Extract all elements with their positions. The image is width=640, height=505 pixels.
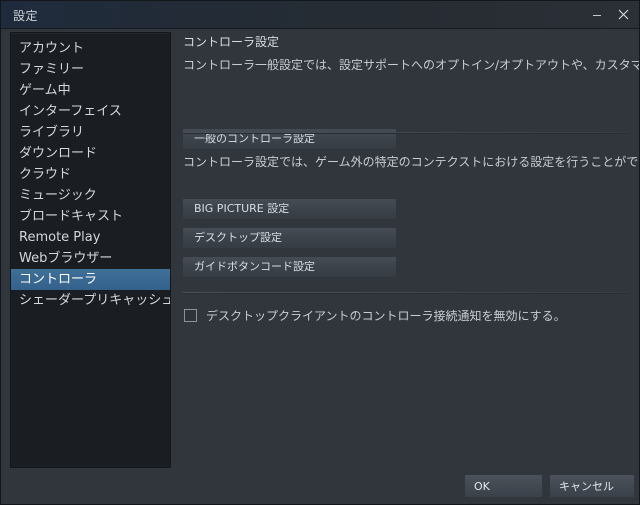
general-description: コントローラ一般設定では、設定サポートへのオプトイン/オプトアウトや、カスタマイ… bbox=[183, 58, 639, 72]
settings-window: 設定 アカウント ファミリー ゲーム中 インターフェイス ライブラリ ダウンロー… bbox=[0, 0, 640, 505]
window-title: 設定 bbox=[13, 9, 39, 23]
close-icon[interactable] bbox=[613, 4, 633, 24]
context-description: コントローラ設定では、ゲーム外の特定のコンテクストにおける設定を行うことができま… bbox=[183, 155, 640, 169]
sidebar-item-interface[interactable]: インターフェイス bbox=[11, 101, 170, 122]
sidebar-item-account[interactable]: アカウント bbox=[11, 38, 170, 59]
dialog-footer: OK キャンセル bbox=[1, 469, 639, 504]
big-picture-settings-button[interactable]: BIG PICTURE 設定 bbox=[183, 199, 396, 219]
window-controls bbox=[587, 4, 633, 24]
title-bar: 設定 bbox=[1, 1, 639, 29]
desktop-settings-button[interactable]: デスクトップ設定 bbox=[183, 228, 396, 248]
disable-controller-notification-checkbox[interactable] bbox=[184, 309, 197, 322]
sidebar-item-broadcast[interactable]: ブロードキャスト bbox=[11, 206, 170, 227]
sidebar-item-web-browser[interactable]: Webブラウザー bbox=[11, 248, 170, 269]
guide-button-code-settings-button[interactable]: ガイドボタンコード設定 bbox=[183, 257, 396, 277]
disable-controller-notification-label: デスクトップクライアントのコントローラ接続通知を無効にする。 bbox=[206, 309, 566, 323]
sidebar-item-controller[interactable]: コントローラ bbox=[11, 269, 170, 290]
sidebar-item-cloud[interactable]: クラウド bbox=[11, 164, 170, 185]
sidebar-item-remote-play[interactable]: Remote Play bbox=[11, 227, 170, 248]
sidebar-item-downloads[interactable]: ダウンロード bbox=[11, 143, 170, 164]
sidebar-item-family[interactable]: ファミリー bbox=[11, 59, 170, 80]
sidebar-item-library[interactable]: ライブラリ bbox=[11, 122, 170, 143]
cancel-button[interactable]: キャンセル bbox=[550, 475, 634, 497]
minimize-icon[interactable] bbox=[587, 4, 607, 24]
sidebar-item-music[interactable]: ミュージック bbox=[11, 185, 170, 206]
ok-button[interactable]: OK bbox=[465, 475, 542, 497]
divider-bottom bbox=[183, 292, 627, 293]
page-title: コントローラ設定 bbox=[183, 35, 280, 49]
sidebar-item-in-game[interactable]: ゲーム中 bbox=[11, 80, 170, 101]
settings-sidebar[interactable]: アカウント ファミリー ゲーム中 インターフェイス ライブラリ ダウンロード ク… bbox=[10, 32, 171, 468]
sidebar-item-shader-precache[interactable]: シェーダープリキャッシュ bbox=[11, 290, 170, 311]
disable-controller-notification-row[interactable]: デスクトップクライアントのコントローラ接続通知を無効にする。 bbox=[184, 307, 566, 324]
divider-top bbox=[183, 132, 627, 133]
controller-settings-pane: コントローラ設定 コントローラ一般設定では、設定サポートへのオプトイン/オプトア… bbox=[177, 29, 639, 466]
